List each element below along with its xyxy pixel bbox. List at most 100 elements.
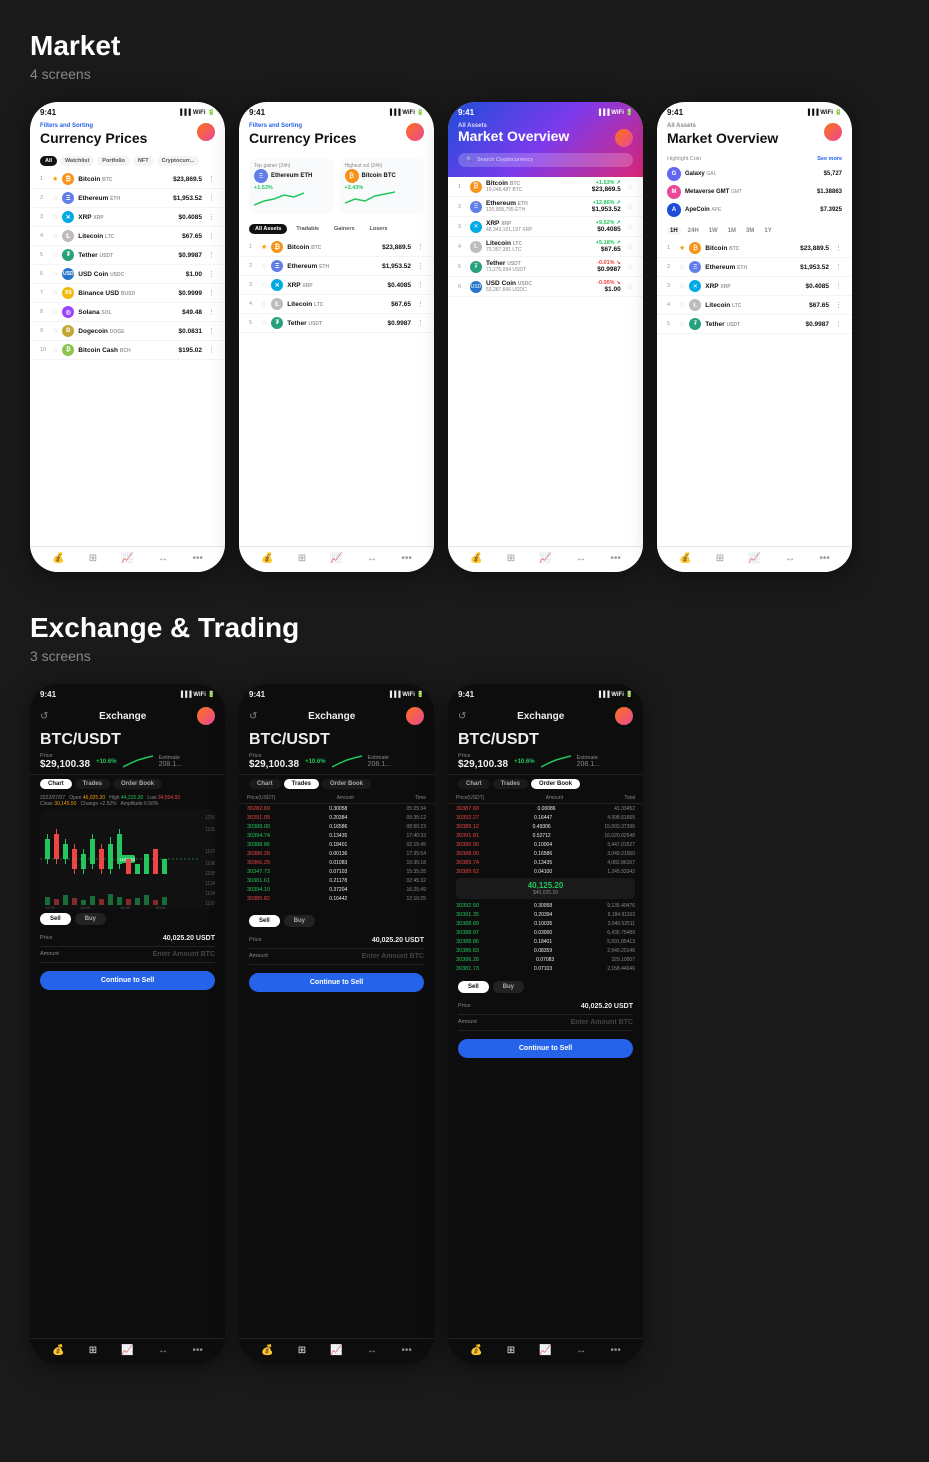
buy-tab-1[interactable]: Buy (75, 913, 106, 925)
coin-row-busd-1[interactable]: 7 ☆ B$ Binance USD BUSD $0.9999 ⋮ (30, 284, 225, 303)
usdc-icon-1: USD (62, 268, 74, 280)
trade-row-9[interactable]: 30381.610.2117802:45:32 (239, 876, 434, 885)
filter-gainers[interactable]: Gainers (328, 224, 360, 234)
tab-orderbook-1[interactable]: Order Book (113, 779, 162, 789)
sell-order-2[interactable]: 30392.270.164474,998.61665 (448, 813, 643, 822)
star-icon-2[interactable]: ☆ (52, 194, 58, 202)
coin-row-btc-4[interactable]: 1 ★ ₿ Bitcoin BTC $23,889.5 ⋮ (657, 239, 852, 258)
cta-btn-3[interactable]: Continue to Sell (458, 1039, 633, 1058)
tab-trades-2[interactable]: Trades (284, 779, 319, 789)
trade-row-4[interactable]: 30394.740.1343517:40:33 (239, 831, 434, 840)
tab-orderbook-2[interactable]: Order Book (322, 779, 371, 789)
overview-usdc[interactable]: 6 USD USD Coin USDC 53,287,606 USDC -0.0… (448, 277, 643, 297)
tab-all-1[interactable]: All (40, 156, 57, 166)
trade-row-5[interactable]: 30388.860.1840102:15:45 (239, 840, 434, 849)
tab-chart-3[interactable]: Chart (458, 779, 490, 789)
buy-order-5[interactable]: 30388.860.184015,591.85413 (448, 937, 643, 946)
coin-row-btc-1[interactable]: 1 ★ ₿ Bitcoin BTC $23,869.5 ⋮ (30, 170, 225, 189)
coin-row-btc-2[interactable]: 1 ★ ₿ Bitcoin BTC $23,889.5 ⋮ (239, 238, 434, 257)
filter-tradable[interactable]: Tradable (290, 224, 325, 234)
trade-row-8[interactable]: 30347.730.0710315:35:28 (239, 867, 434, 876)
search-bar-3[interactable]: 🔍 Search Cryptocurrency (458, 153, 633, 167)
sell-order-4[interactable]: 30391.810.5271216,020.02548 (448, 831, 643, 840)
buy-order-3[interactable]: 30388.890.100353,049.52511 (448, 919, 643, 928)
see-more-btn[interactable]: See more (817, 156, 842, 162)
trade-row-2[interactable]: 30291.050.2038409:35:12 (239, 813, 434, 822)
usdt-icon-1: ₮ (62, 249, 74, 261)
tab-watchlist-1[interactable]: Watchlist (60, 156, 94, 166)
xrp-icon-1: ✕ (62, 211, 74, 223)
coin-row-sol-1[interactable]: 8 ☆ ◎ Solana SOL $49.48 ⋮ (30, 303, 225, 322)
trade-row-1[interactable]: 30282.690.3005805:25:34 (239, 804, 434, 813)
star-icon-1[interactable]: ★ (52, 175, 58, 183)
overview-xrp[interactable]: 3 ✕ XRP XRP 48,343,101,197 XRP +9.52% ↗ … (448, 217, 643, 237)
buy-tab-3[interactable]: Buy (493, 981, 524, 993)
coin-row-ltc-2[interactable]: 4 ☆ Ł Litecoin LTC $67.65 ⋮ (239, 295, 434, 314)
tab-chart-1[interactable]: Chart (40, 779, 72, 789)
coin-row-xrp-4[interactable]: 3 ☆ ✕ XRP XRP $0.4085 ⋮ (657, 277, 852, 296)
trade-row-6[interactable]: 30386.280.0013617:35:54 (239, 849, 434, 858)
buy-order-4[interactable]: 30388.970.030006,435.75489 (448, 928, 643, 937)
filter-all[interactable]: All Assets (249, 224, 287, 234)
trade-row-7[interactable]: 30366.290.0108310:35:18 (239, 858, 434, 867)
buy-order-1[interactable]: 30392.500.300589,135.40476 (448, 901, 643, 910)
filter-losers[interactable]: Losers (364, 224, 394, 234)
tab-trades-1[interactable]: Trades (75, 779, 110, 789)
coin-row-usdt-2[interactable]: 5 ☆ ₮ Tether USDT $0.9987 ⋮ (239, 314, 434, 333)
coin-row-eth-1[interactable]: 2 ☆ Ξ Ethereum ETH $1,953.52 ⋮ (30, 189, 225, 208)
buy-order-8[interactable]: 30381.730.071032,158.44046 (448, 964, 643, 973)
sell-order-8[interactable]: 30389.620.041001,245.93342 (448, 867, 643, 876)
coin-row-eth-2[interactable]: 2 ☆ Ξ Ethereum ETH $1,953.52 ⋮ (239, 257, 434, 276)
sell-tab-1[interactable]: Sell (40, 913, 71, 925)
coin-row-eth-4[interactable]: 2 ☆ Ξ Ethereum ETH $1,953.52 ⋮ (657, 258, 852, 277)
nav-trend-1[interactable]: 📈 (121, 553, 133, 564)
trade-row-11[interactable]: 30385.820.1644212:10:25 (239, 894, 434, 903)
overview-eth[interactable]: 2 Ξ Ethereum ETH 120,908,795 ETH +12.86%… (448, 197, 643, 217)
coin-row-ltc-1[interactable]: 4 ☆ Ł Litecoin LTC $67.65 ⋮ (30, 227, 225, 246)
star-icon-3[interactable]: ☆ (52, 213, 58, 221)
sell-order-1[interactable]: 30387.600.0008641.33452 (448, 804, 643, 813)
nav-chart-1[interactable]: ⊞ (89, 553, 97, 564)
coin-row-xrp-1[interactable]: 3 ☆ ✕ XRP XRP $0.4085 ⋮ (30, 208, 225, 227)
sell-order-5[interactable]: 30390.000.100043,447.01527 (448, 840, 643, 849)
coin-row-usdc-1[interactable]: 6 ☆ USD USD Coin USDC $1.00 ⋮ (30, 265, 225, 284)
gainer-card-eth[interactable]: Top gainer (24h) Ξ Ethereum ETH +1.53% (249, 158, 334, 214)
nav-transfer-1[interactable]: ↔ (158, 553, 168, 564)
highlight-gal[interactable]: G Galaxy GAL $5,727 (667, 165, 842, 183)
screen1-tabs[interactable]: All Watchlist Portfolio NFT Cryptocurr..… (30, 152, 225, 170)
trade-row-3[interactable]: 30388.000.1658608:50:23 (239, 822, 434, 831)
exchange-title-1: Exchange (99, 711, 146, 722)
trade-row-10[interactable]: 30394.100.3720416:25:49 (239, 885, 434, 894)
sell-tab-2[interactable]: Sell (249, 915, 280, 927)
sell-order-7[interactable]: 30389.740.134354,082.86157 (448, 858, 643, 867)
coin-row-ltc-4[interactable]: 4 ☆ Ł Litecoin LTC $67.65 ⋮ (657, 296, 852, 315)
overview-usdt[interactable]: 5 ₮ Tether USDT 73,275,094 USDT -0.01% ↘… (448, 257, 643, 277)
coin-row-usdt-1[interactable]: 5 ☆ ₮ Tether USDT $0.9987 ⋮ (30, 246, 225, 265)
highlight-ape[interactable]: A ApeCoin APE $7.3925 (667, 201, 842, 219)
nav-more-1[interactable]: ••• (192, 553, 203, 564)
nav-wallet-1[interactable]: 💰 (52, 553, 64, 564)
buy-order-2[interactable]: 30391.350.203946,184.91163 (448, 910, 643, 919)
buy-order-6[interactable]: 30386.830.083592,540.20146 (448, 946, 643, 955)
tab-orderbook-3[interactable]: Order Book (531, 779, 580, 789)
coin-row-bch-1[interactable]: 10 ☆ ₿ Bitcoin Cash BCH $195.02 ⋮ (30, 341, 225, 360)
sell-tab-3[interactable]: Sell (458, 981, 489, 993)
overview-btc[interactable]: 1 ₿ Bitcoin BTC 19,048,487 BTC +1.53% ↗ … (448, 177, 643, 197)
sell-order-6[interactable]: 30388.000.165863,049.21560 (448, 849, 643, 858)
tab-trades-3[interactable]: Trades (493, 779, 528, 789)
coin-row-usdt-4[interactable]: 5 ☆ ₮ Tether USDT $0.9987 ⋮ (657, 315, 852, 334)
highest-vol-card-btc[interactable]: Highest vol (24h) ₿ Bitcoin BTC +2.43% (340, 158, 425, 214)
cta-btn-2[interactable]: Continue to Sell (249, 973, 424, 992)
buy-tab-2[interactable]: Buy (284, 915, 315, 927)
tab-nft-1[interactable]: NFT (133, 156, 154, 166)
overview-ltc[interactable]: 4 Ł Litecoin LTC 70,357,381 LTC +5.18% ↗… (448, 237, 643, 257)
coin-row-xrp-2[interactable]: 3 ☆ ✕ XRP XRP $0.4085 ⋮ (239, 276, 434, 295)
highlight-gmt[interactable]: M Metaverse GMT GMT $1.38863 (667, 183, 842, 201)
buy-order-7[interactable]: 30386.280.07083329.10507 (448, 955, 643, 964)
tab-chart-2[interactable]: Chart (249, 779, 281, 789)
coin-row-doge-1[interactable]: 9 ☆ Ð Dogecoin DOGE $0.0831 ⋮ (30, 322, 225, 341)
sell-order-3[interactable]: 30389.120.4930615,003.37396 (448, 822, 643, 831)
tab-crypto-1[interactable]: Cryptocurr... (157, 156, 200, 166)
tab-portfolio-1[interactable]: Portfolio (97, 156, 130, 166)
cta-btn-1[interactable]: Continue to Sell (40, 971, 215, 990)
